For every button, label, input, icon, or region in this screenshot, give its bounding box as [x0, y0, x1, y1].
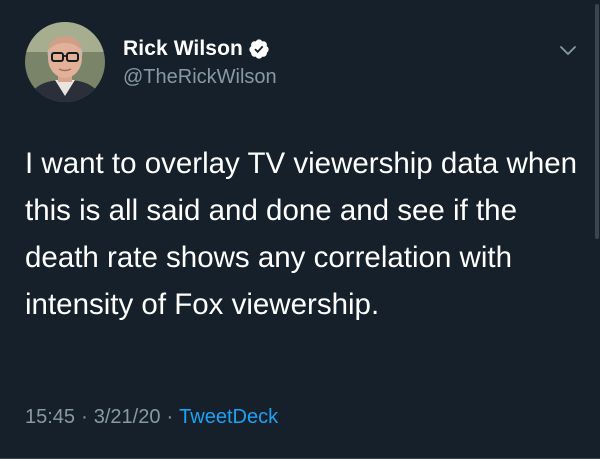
meta-separator: ·: [166, 406, 174, 428]
scrollbar[interactable]: [595, 4, 599, 239]
meta-separator: ·: [81, 406, 88, 428]
tweet-source-link[interactable]: TweetDeck: [179, 406, 278, 428]
author-name-row[interactable]: Rick Wilson: [123, 35, 270, 63]
chevron-down-icon[interactable]: [556, 38, 580, 62]
tweet-time[interactable]: 15:45: [25, 406, 75, 428]
tweet-date[interactable]: 3/21/20: [94, 406, 161, 428]
tweet-card: Rick Wilson @TheRickWilson I want to ove…: [0, 0, 600, 459]
avatar[interactable]: [25, 22, 105, 102]
display-name[interactable]: Rick Wilson: [123, 37, 243, 61]
tweet-text: I want to overlay TV viewership data whe…: [25, 147, 578, 321]
verified-badge-icon: [248, 38, 270, 60]
author-handle[interactable]: @TheRickWilson: [123, 66, 277, 89]
tweet-meta: 15:45 · 3/21/20 · TweetDeck: [25, 406, 278, 429]
